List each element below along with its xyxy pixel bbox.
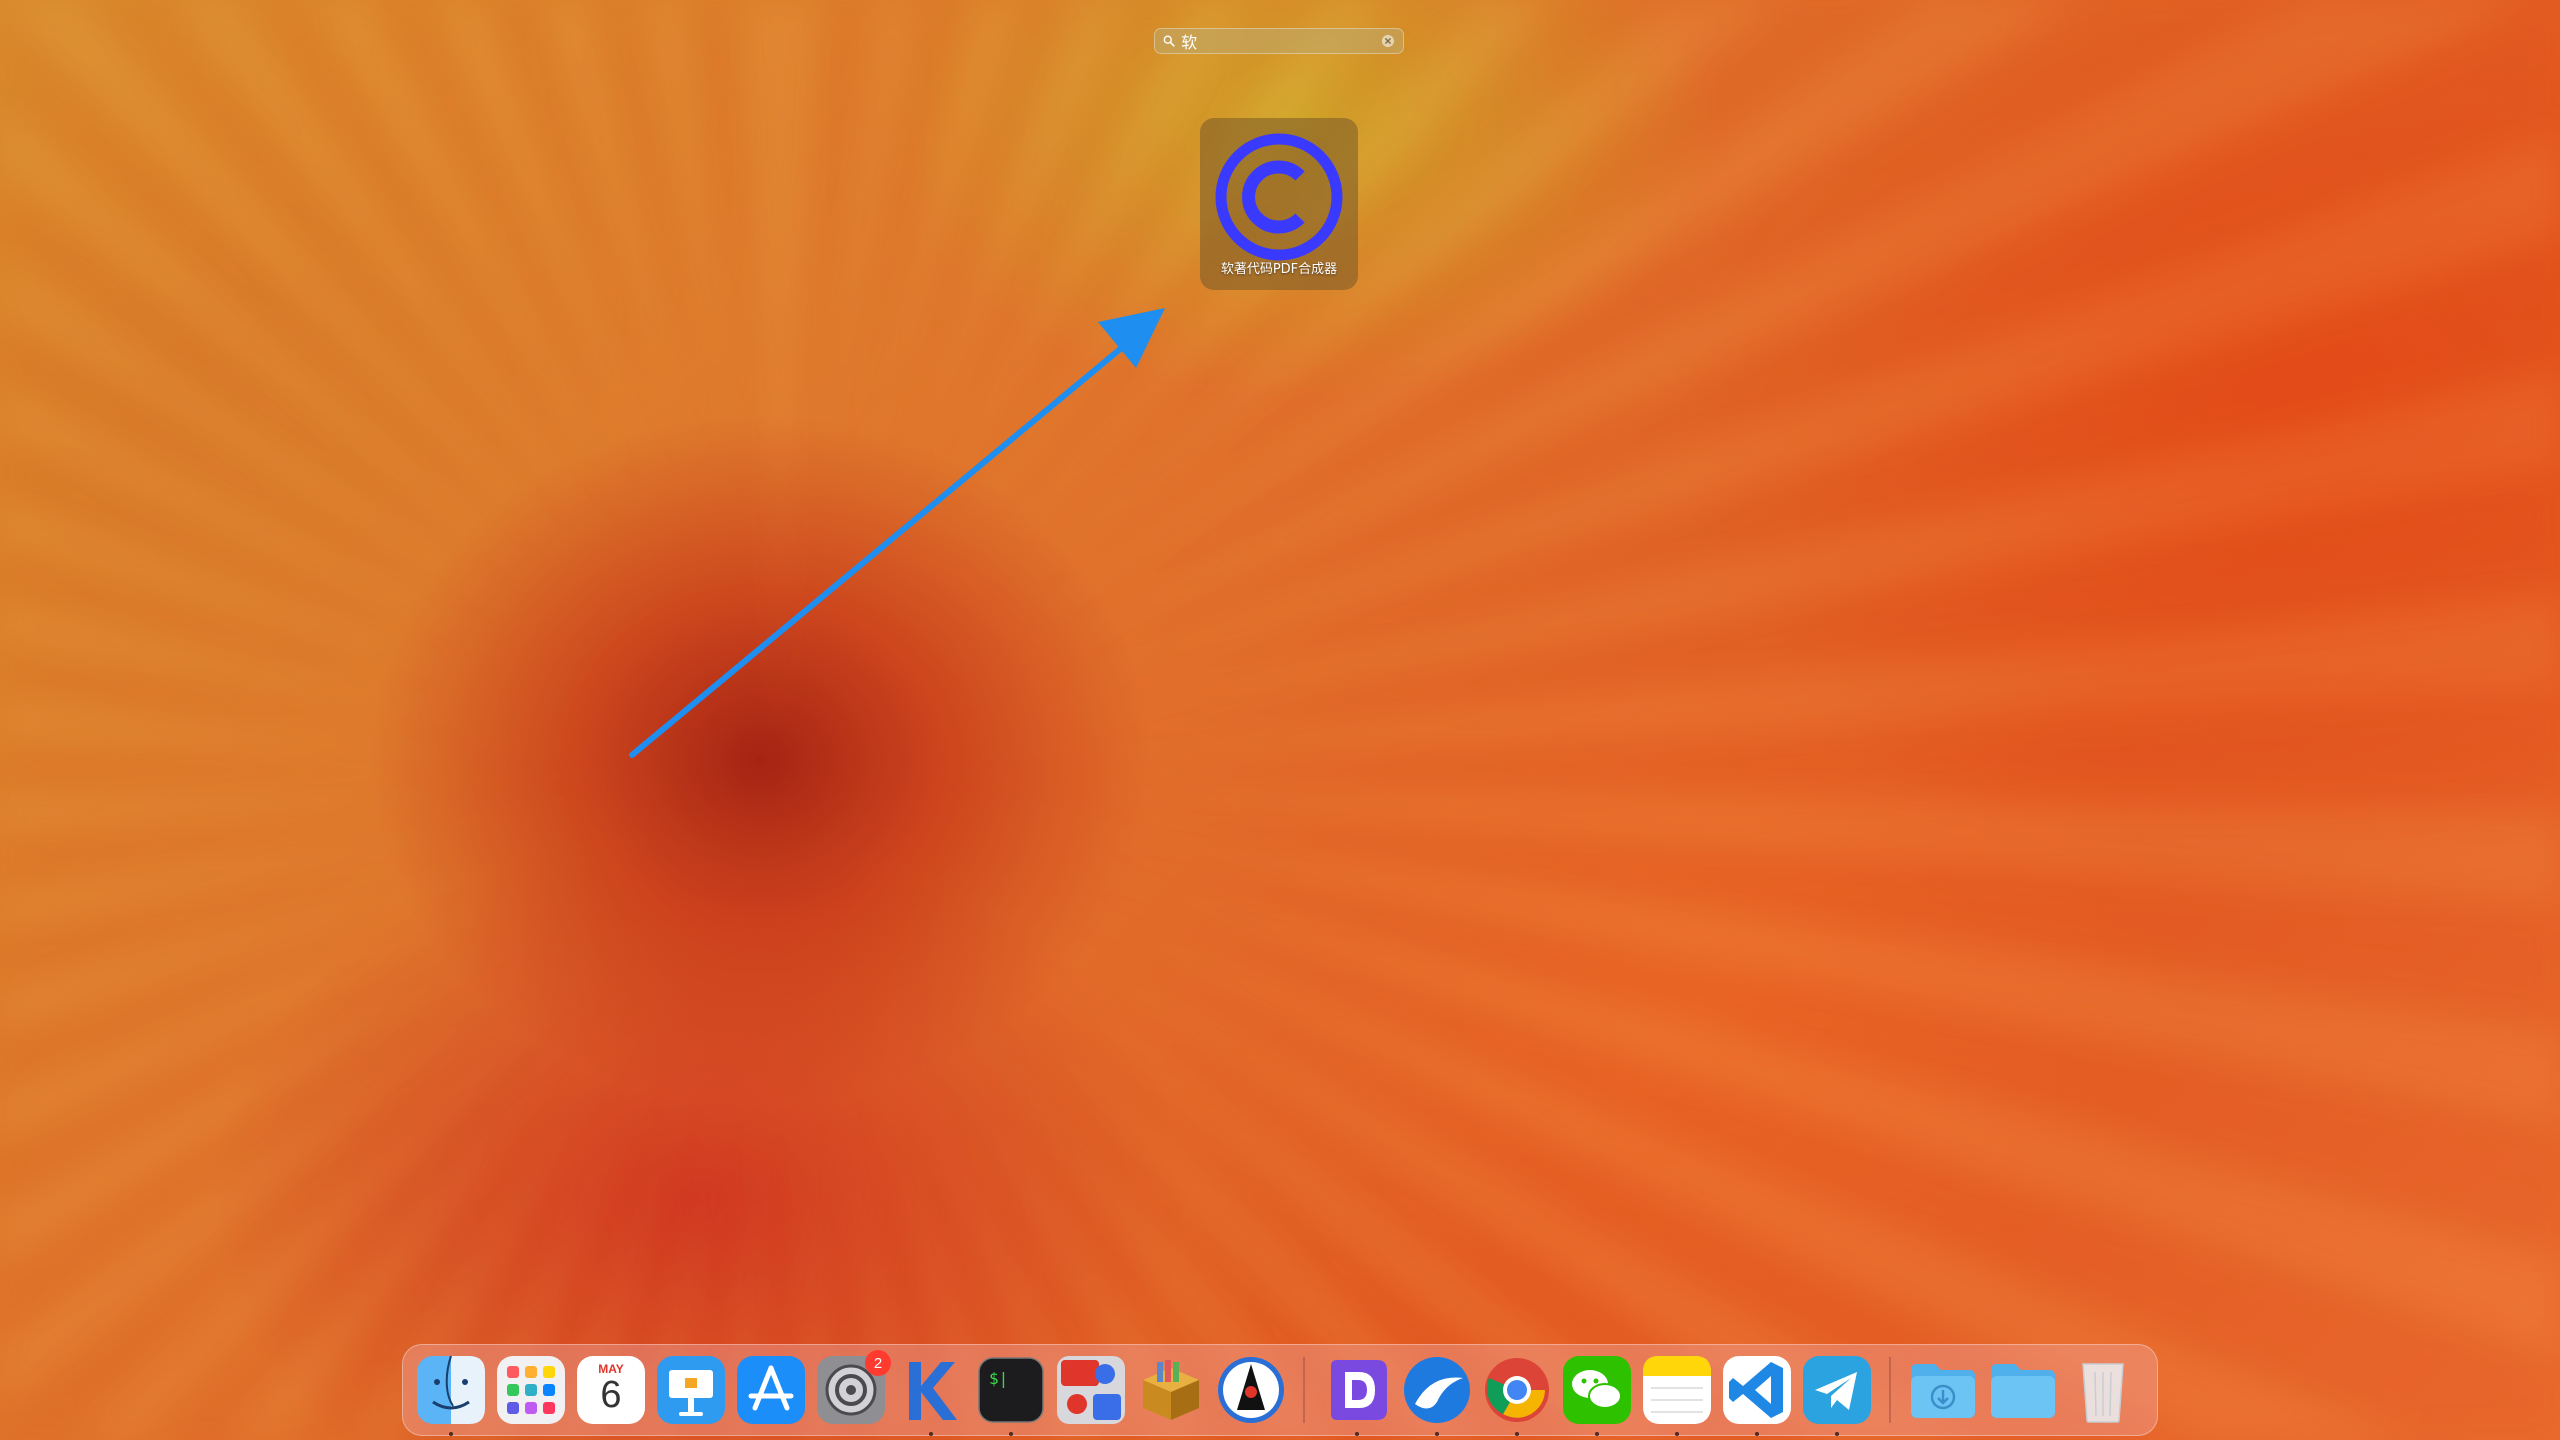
running-indicator [1755,1432,1759,1436]
dock-item-chrome[interactable] [1481,1354,1553,1436]
dock-item-vscode[interactable] [1721,1354,1793,1436]
keynote-icon [657,1356,725,1424]
clear-search-icon[interactable] [1381,33,1395,49]
dock-item-snapcharts[interactable] [1055,1354,1127,1426]
finder-icon [417,1355,485,1424]
running-indicator [1435,1432,1439,1436]
dock-item-finder[interactable] [415,1354,487,1436]
dock-item-downloads[interactable] [1907,1354,1979,1426]
dock-item-terminal[interactable]: $| [975,1354,1047,1436]
k-app-icon [909,1362,957,1420]
dock-item-k-app[interactable] [895,1354,967,1436]
search-input[interactable] [1181,31,1382,51]
running-indicator [1835,1432,1839,1436]
running-indicator [1009,1432,1013,1436]
running-indicator [1355,1432,1359,1436]
dock-item-launchpad[interactable] [495,1354,567,1426]
chrome-icon [1485,1358,1549,1422]
dock-item-telegram[interactable] [1801,1354,1873,1436]
dock-separator [1889,1357,1891,1423]
launchpad-search-field[interactable] [1154,28,1404,54]
notification-badge: 2 [865,1350,891,1376]
desktop-wallpaper: 软著代码PDF合成器 [0,0,2560,1440]
running-indicator [1675,1432,1679,1436]
dock-item-folder[interactable] [1987,1354,2059,1426]
dock-item-keynote[interactable] [655,1354,727,1426]
dock: MAY 6 2 $| [402,1344,2158,1436]
dock-item-system-settings[interactable]: 2 [815,1350,891,1426]
wechat-icon [1563,1356,1631,1424]
folder-icon [1991,1364,2055,1418]
trash-icon [2082,1363,2124,1423]
dock-item-browser[interactable] [1401,1354,1473,1436]
d-app-icon [1331,1360,1387,1420]
terminal-icon: $| [978,1357,1044,1423]
dock-item-wechat[interactable] [1561,1354,1633,1436]
svg-text:$|: $| [989,1369,1008,1388]
running-indicator [929,1432,933,1436]
app-store-icon [737,1356,805,1424]
dock-item-trash[interactable] [2067,1354,2139,1426]
running-indicator [1595,1432,1599,1436]
downloads-folder-icon [1911,1364,1975,1418]
running-indicator [449,1432,453,1436]
search-icon [1163,35,1175,47]
dock-item-d-app[interactable] [1321,1354,1393,1436]
vscode-icon [1723,1356,1791,1424]
java-duke-icon [1218,1357,1284,1423]
search-result-app[interactable]: 软著代码PDF合成器 [1200,118,1358,290]
notes-icon [1643,1356,1711,1424]
telegram-icon [1803,1356,1871,1424]
archive-box-icon [1143,1360,1199,1420]
dock-separator [1303,1357,1305,1423]
running-indicator [1515,1432,1519,1436]
dock-item-calendar[interactable]: MAY 6 [575,1354,647,1426]
app-name-label: 软著代码PDF合成器 [1220,262,1338,277]
launchpad-icon [497,1356,565,1424]
dock-item-java-duke[interactable] [1215,1354,1287,1426]
copyright-icon [1215,133,1343,261]
dock-item-app-store[interactable] [735,1354,807,1426]
dock-item-archive[interactable] [1135,1354,1207,1426]
snapcharts-icon [1057,1356,1125,1424]
dock-item-notes[interactable] [1641,1354,1713,1436]
calendar-day: 6 [600,1374,622,1416]
browser-globe-icon [1404,1357,1470,1423]
